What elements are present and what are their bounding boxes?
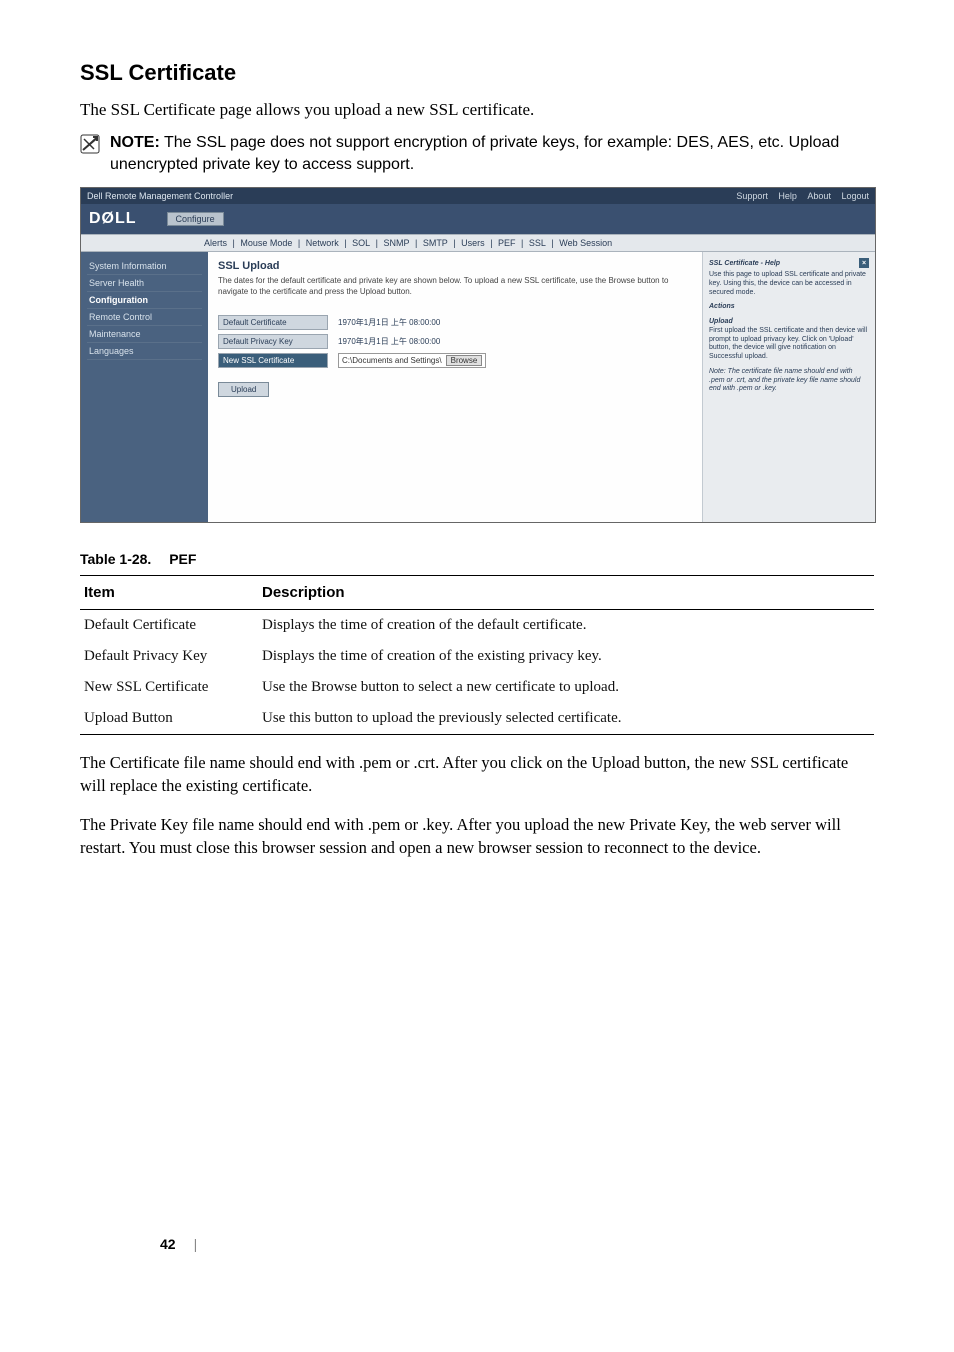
tab-mouse-mode[interactable]: Mouse Mode — [240, 238, 292, 248]
note-label: NOTE: — [110, 134, 160, 151]
tab-pef[interactable]: PEF — [498, 238, 516, 248]
default-privacy-key-label: Default Privacy Key — [218, 334, 328, 349]
upload-button[interactable]: Upload — [218, 382, 269, 397]
help-upload-subheading: Upload — [709, 318, 733, 325]
sidebar-item-system-information[interactable]: System Information — [87, 258, 202, 275]
table-header-description: Description — [258, 576, 874, 610]
certificate-file-path: C:\Documents and Settings\ — [342, 356, 442, 365]
table-row: New SSL Certificate Use the Browse butto… — [80, 672, 874, 703]
default-certificate-label: Default Certificate — [218, 315, 328, 330]
top-link-support[interactable]: Support — [736, 191, 768, 201]
certificate-file-input[interactable]: C:\Documents and Settings\ Browse — [338, 353, 486, 368]
help-actions-heading: Actions — [709, 303, 869, 312]
configure-button[interactable]: Configure — [167, 212, 224, 226]
table-cell-desc: Displays the time of creation of the def… — [258, 610, 874, 642]
sidebar-item-maintenance[interactable]: Maintenance — [87, 326, 202, 343]
page-title: SSL Certificate — [80, 60, 874, 86]
sub-tabs: Alerts | Mouse Mode | Network | SOL | SN… — [81, 234, 875, 252]
table-title: PEF — [169, 551, 196, 567]
window-title: Dell Remote Management Controller — [87, 191, 233, 201]
sidebar-item-configuration[interactable]: Configuration — [87, 292, 202, 309]
table-cell-item: New SSL Certificate — [80, 672, 258, 703]
table-cell-item: Default Privacy Key — [80, 641, 258, 672]
note-body: The SSL page does not support encryption… — [110, 134, 839, 173]
table-caption: Table 1-28. PEF — [80, 551, 874, 567]
sidebar-item-languages[interactable]: Languages — [87, 343, 202, 360]
sidebar-item-server-health[interactable]: Server Health — [87, 275, 202, 292]
help-title: SSL Certificate - Help — [709, 260, 780, 267]
tab-ssl[interactable]: SSL — [529, 238, 546, 248]
body-paragraph-2: The Private Key file name should end wit… — [80, 813, 874, 859]
new-ssl-certificate-label: New SSL Certificate — [218, 353, 328, 368]
tab-alerts[interactable]: Alerts — [204, 238, 227, 248]
screenshot: Dell Remote Management Controller Suppor… — [80, 187, 876, 523]
note-text: NOTE: The SSL page does not support encr… — [110, 132, 874, 175]
tab-sol[interactable]: SOL — [352, 238, 370, 248]
close-icon[interactable]: × — [859, 258, 869, 268]
pef-table: Item Description Default Certificate Dis… — [80, 575, 874, 735]
tab-network[interactable]: Network — [306, 238, 339, 248]
sidebar: System Information Server Health Configu… — [81, 252, 208, 522]
help-intro: Use this page to upload SSL certificate … — [709, 271, 869, 297]
tab-users[interactable]: Users — [461, 238, 485, 248]
table-cell-desc: Use the Browse button to select a new ce… — [258, 672, 874, 703]
default-certificate-value: 1970年1月1日 上午 08:00:00 — [338, 317, 440, 328]
brand-logo: DØLL — [89, 210, 137, 228]
tab-smtp[interactable]: SMTP — [423, 238, 448, 248]
top-link-logout[interactable]: Logout — [841, 191, 869, 201]
table-cell-item: Upload Button — [80, 703, 258, 735]
tab-web-session[interactable]: Web Session — [559, 238, 612, 248]
body-paragraph-1: The Certificate file name should end wit… — [80, 751, 874, 797]
table-row: Default Certificate Displays the time of… — [80, 610, 874, 642]
top-link-about[interactable]: About — [807, 191, 831, 201]
page-number: 42| — [160, 1236, 197, 1252]
table-row: Upload Button Use this button to upload … — [80, 703, 874, 735]
top-link-help[interactable]: Help — [778, 191, 797, 201]
sidebar-item-remote-control[interactable]: Remote Control — [87, 309, 202, 326]
help-note: Note: The certificate file name should e… — [709, 368, 869, 394]
ssl-upload-heading: SSL Upload — [218, 260, 692, 272]
browse-button[interactable]: Browse — [446, 355, 483, 366]
table-number: Table 1-28. — [80, 551, 151, 567]
default-privacy-key-value: 1970年1月1日 上午 08:00:00 — [338, 336, 440, 347]
help-upload-text: First upload the SSL certificate and the… — [709, 327, 867, 360]
table-cell-item: Default Certificate — [80, 610, 258, 642]
tab-snmp[interactable]: SNMP — [383, 238, 409, 248]
table-row: Default Privacy Key Displays the time of… — [80, 641, 874, 672]
table-header-item: Item — [80, 576, 258, 610]
table-cell-desc: Displays the time of creation of the exi… — [258, 641, 874, 672]
table-cell-desc: Use this button to upload the previously… — [258, 703, 874, 735]
main-panel: SSL Upload The dates for the default cer… — [208, 252, 702, 522]
note-icon — [80, 134, 100, 158]
ssl-upload-description: The dates for the default certificate an… — [218, 276, 692, 297]
help-panel: SSL Certificate - Help × Use this page t… — [702, 252, 875, 522]
intro-text: The SSL Certificate page allows you uplo… — [80, 100, 874, 120]
